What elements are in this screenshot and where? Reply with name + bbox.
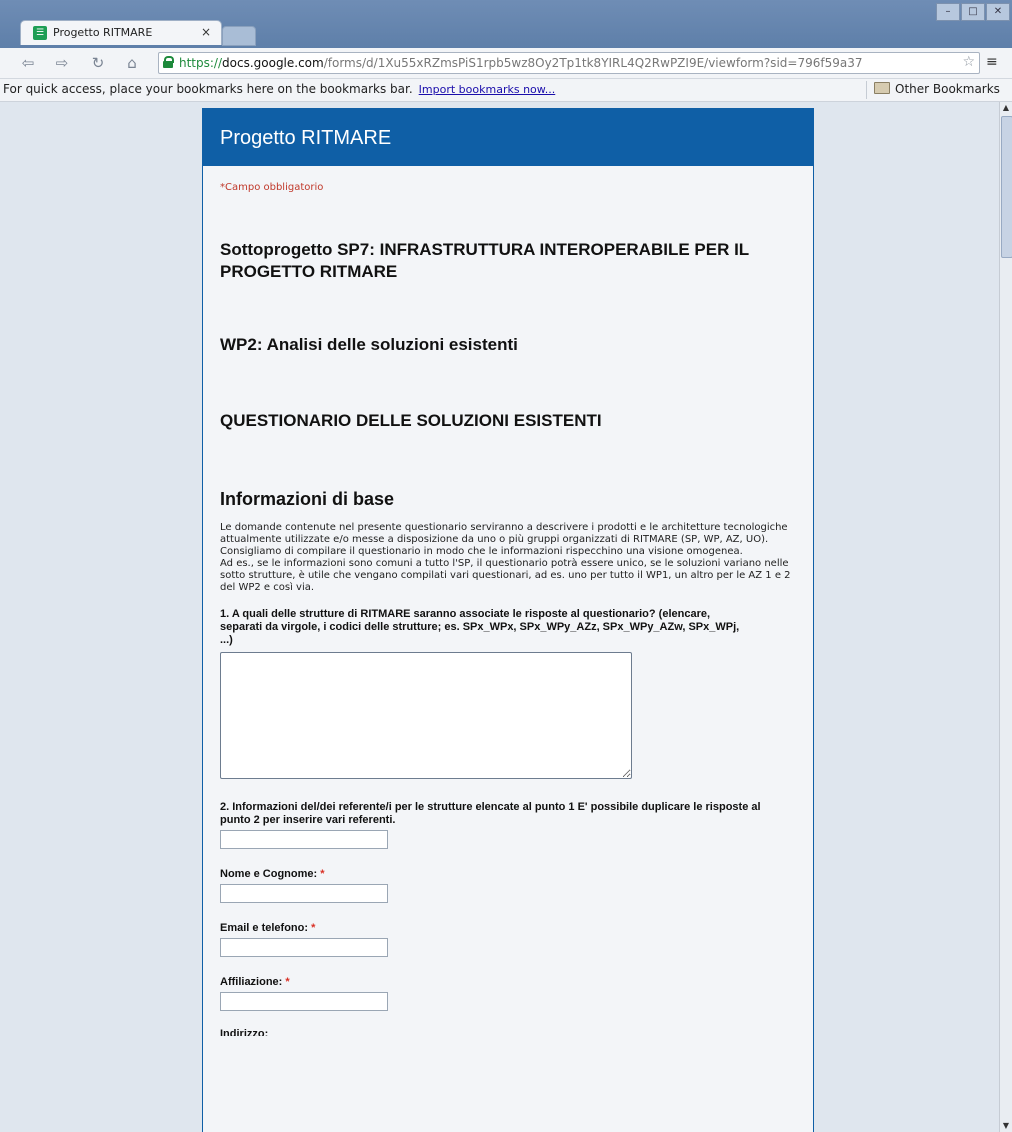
other-bookmarks-button[interactable]: Other Bookmarks <box>874 82 1000 96</box>
name-field-label: Nome e Cognome: * <box>220 868 325 880</box>
required-asterisk: * <box>311 922 316 934</box>
window-titlebar: ☰ Progetto RITMARE × – □ ✕ <box>0 0 1012 48</box>
email-input[interactable] <box>220 938 388 957</box>
minimize-icon[interactable]: – <box>936 3 960 21</box>
lock-icon <box>163 56 174 68</box>
bookmarks-hint: For quick access, place your bookmarks h… <box>3 82 413 96</box>
back-icon[interactable]: ⇦ <box>18 54 38 72</box>
required-note: *Campo obbligatorio <box>220 182 324 193</box>
name-input[interactable] <box>220 884 388 903</box>
question-1-textarea[interactable] <box>220 652 632 779</box>
required-asterisk: * <box>320 868 325 880</box>
question-1-label: 1. A quali delle strutture di RITMARE sa… <box>220 608 740 646</box>
bookmarks-bar: For quick access, place your bookmarks h… <box>0 79 1012 102</box>
vertical-scrollbar[interactable]: ▲ ▼ <box>999 102 1012 1132</box>
form-title: Progetto RITMARE <box>203 109 813 166</box>
address-bar[interactable]: https://docs.google.com/forms/d/1Xu55xRZ… <box>158 52 980 74</box>
section-heading-wp2: WP2: Analisi delle soluzioni esistenti <box>220 335 518 354</box>
reload-icon[interactable]: ↻ <box>88 54 108 72</box>
section-heading-subproject: Sottoprogetto SP7: INFRASTRUTTURA INTERO… <box>220 240 749 281</box>
tab-title: Progetto RITMARE <box>53 26 153 39</box>
scrollbar-thumb[interactable] <box>1001 116 1012 258</box>
menu-icon[interactable]: ≡ <box>986 54 998 70</box>
question-2-label: 2. Informazioni del/dei referente/i per … <box>220 801 761 826</box>
close-window-icon[interactable]: ✕ <box>986 3 1010 21</box>
address-field-label: Indirizzo: <box>220 1028 269 1036</box>
required-asterisk: * <box>285 976 290 988</box>
folder-icon <box>874 82 890 94</box>
star-icon[interactable]: ☆ <box>962 54 975 70</box>
divider <box>866 81 867 99</box>
question-2-input[interactable] <box>220 830 388 849</box>
scroll-up-icon[interactable]: ▲ <box>1000 102 1012 114</box>
import-bookmarks-link[interactable]: Import bookmarks now... <box>419 83 556 96</box>
affiliation-input[interactable] <box>220 992 388 1011</box>
scroll-down-icon[interactable]: ▼ <box>1000 1120 1012 1132</box>
page-viewport: Progetto RITMARE *Campo obbligatorio Sot… <box>12 102 1000 1132</box>
home-icon[interactable]: ⌂ <box>122 54 142 72</box>
left-margin <box>0 102 12 1132</box>
section-heading-questionnaire: QUESTIONARIO DELLE SOLUZIONI ESISTENTI <box>220 411 602 430</box>
window-controls: – □ ✕ <box>936 3 1010 21</box>
form-container: Progetto RITMARE *Campo obbligatorio Sot… <box>202 108 814 1132</box>
maximize-icon[interactable]: □ <box>961 3 985 21</box>
forward-icon[interactable]: ⇨ <box>52 54 72 72</box>
url-text[interactable]: https://docs.google.com/forms/d/1Xu55xRZ… <box>179 56 954 70</box>
close-tab-icon[interactable]: × <box>201 25 211 39</box>
forms-favicon-icon: ☰ <box>33 26 47 40</box>
new-tab-button[interactable] <box>222 26 256 46</box>
affiliation-field-label: Affiliazione: * <box>220 976 290 988</box>
email-field-label: Email e telefono: * <box>220 922 316 934</box>
section-heading-basic-info: Informazioni di base <box>220 489 395 509</box>
browser-toolbar: ⇦ ⇨ ↻ ⌂ https://docs.google.com/forms/d/… <box>0 48 1012 79</box>
browser-tab[interactable]: ☰ Progetto RITMARE × <box>20 20 222 45</box>
section-description: Le domande contenute nel presente questi… <box>220 522 791 593</box>
